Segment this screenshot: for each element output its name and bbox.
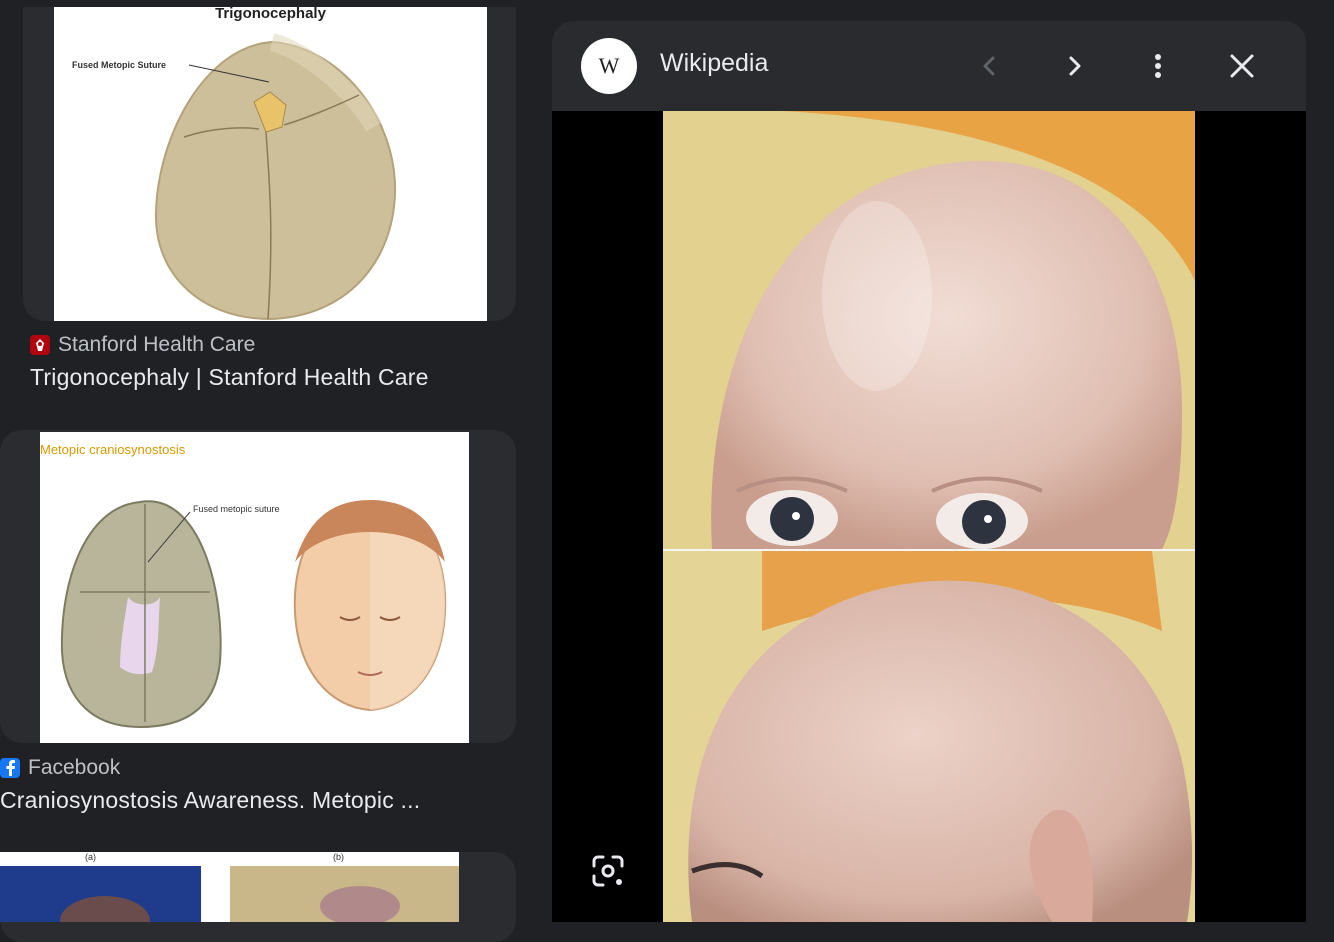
result-source-label: Stanford Health Care xyxy=(58,333,256,356)
image-label: Fused metopic suture xyxy=(193,504,280,514)
chevron-right-icon xyxy=(1069,56,1081,76)
viewer-source-title[interactable]: Wikipedia xyxy=(660,49,768,78)
stanford-favicon-icon xyxy=(30,335,50,355)
metopic-illustration xyxy=(60,500,447,729)
result-image-metopic[interactable]: Metopic craniosynostosis Fused metopic s… xyxy=(40,432,469,743)
viewer-image-area[interactable] xyxy=(552,111,1306,922)
image-viewer-panel: W Wikipedia xyxy=(552,21,1306,922)
result-title-2[interactable]: Craniosynostosis Awareness. Metopic ... xyxy=(0,787,420,814)
image-sublabel-a: (a) xyxy=(85,852,96,862)
image-heading: Trigonocephaly xyxy=(215,7,326,22)
google-lens-icon xyxy=(592,855,624,887)
chevron-left-icon xyxy=(983,56,995,76)
image-panel-a xyxy=(0,866,201,922)
image-label: Fused Metopic Suture xyxy=(72,60,167,70)
close-button[interactable] xyxy=(1219,43,1265,89)
google-lens-button[interactable] xyxy=(586,849,630,893)
next-button[interactable] xyxy=(1051,43,1097,89)
more-vert-icon xyxy=(1155,54,1161,78)
image-panel-b xyxy=(230,866,459,922)
result-source-1[interactable]: Stanford Health Care xyxy=(30,333,255,357)
close-icon xyxy=(1230,54,1254,78)
viewer-header: W Wikipedia xyxy=(552,21,1306,111)
viewer-photo xyxy=(663,111,1195,922)
result-image-trigonocephaly[interactable]: Trigonocephaly Fused Metopic Suture xyxy=(54,7,487,321)
result-image-3[interactable]: (a) (b) xyxy=(0,852,459,922)
wikipedia-logo-icon[interactable]: W xyxy=(581,38,637,94)
facebook-favicon-icon xyxy=(0,758,20,778)
result-source-label: Facebook xyxy=(28,756,121,779)
skull-top-illustration xyxy=(154,33,397,321)
image-sublabel-b: (b) xyxy=(333,852,344,862)
result-title-1[interactable]: Trigonocephaly | Stanford Health Care xyxy=(30,364,429,391)
result-source-2[interactable]: Facebook xyxy=(0,756,120,780)
more-options-button[interactable] xyxy=(1135,43,1181,89)
previous-button[interactable] xyxy=(967,43,1013,89)
image-heading: Metopic craniosynostosis xyxy=(40,442,186,457)
